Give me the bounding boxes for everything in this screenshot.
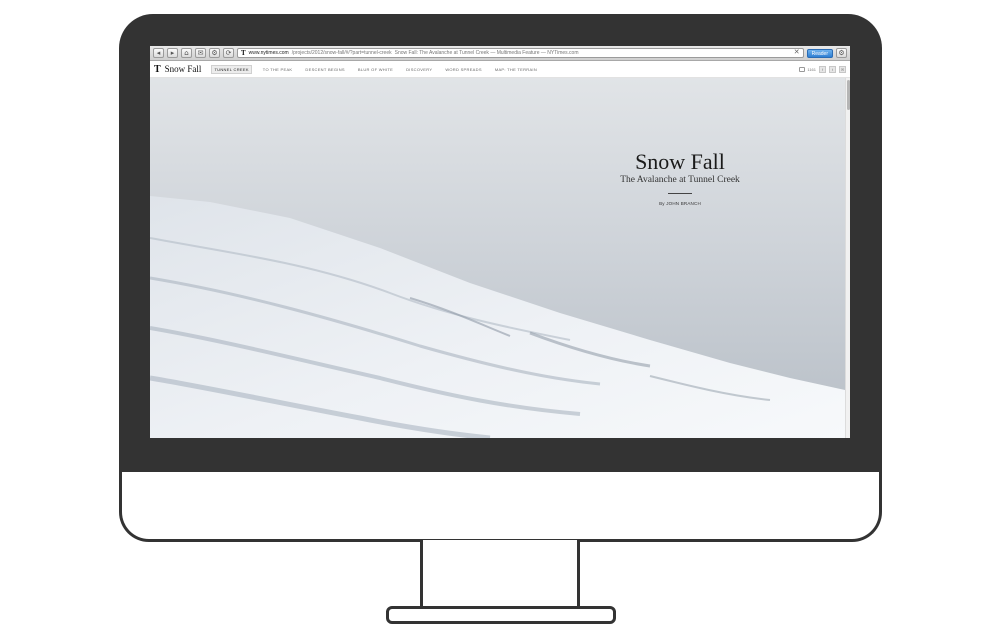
nav-actions: 1161 f t ✉ — [799, 65, 846, 73]
gear-icon[interactable]: ⚙ — [836, 48, 847, 58]
site-navigation: T Snow Fall Tunnel Creek To the Peak Desce… — [150, 61, 850, 78]
chapter-link[interactable]: Blur of White — [356, 66, 395, 73]
screen: ◂ ▸ ⌂ ✉ ⚙ ⟳ T www.nytimes.com /projects/… — [150, 46, 850, 438]
byline: By JOHN BRANCH — [659, 201, 701, 206]
chapter-link[interactable]: Tunnel Creek — [211, 64, 252, 74]
forward-icon[interactable]: ▸ — [167, 48, 178, 58]
vertical-scrollbar[interactable] — [845, 78, 850, 438]
chapter-link[interactable]: To the Peak — [261, 66, 295, 73]
address-bar[interactable]: T www.nytimes.com /projects/2012/snow-fa… — [237, 48, 804, 58]
url-domain: www.nytimes.com — [248, 50, 289, 56]
chapter-link[interactable]: Word Spreads — [443, 66, 484, 73]
back-icon[interactable]: ◂ — [153, 48, 164, 58]
headline: Snow Fall — [635, 149, 725, 174]
comment-count: 1161 — [807, 66, 816, 72]
close-icon[interactable]: ✕ — [794, 49, 800, 57]
monitor-stand-base — [386, 606, 616, 624]
chapter-list: Tunnel Creek To the Peak Descent Begins Blu… — [211, 64, 548, 74]
headline-block: Snow Fall The Avalanche at Tunnel Creek … — [620, 149, 740, 207]
email-icon[interactable]: ✉ — [839, 65, 846, 73]
monitor-stand-neck — [420, 540, 580, 610]
page-title: Snow Fall: The Avalanche at Tunnel Creek… — [394, 50, 579, 56]
monitor-chin — [119, 472, 882, 542]
comment-icon — [799, 66, 806, 72]
subheadline: The Avalanche at Tunnel Creek — [620, 175, 740, 185]
chapter-link[interactable]: Discovery — [404, 66, 434, 73]
home-icon[interactable]: ⌂ — [181, 48, 192, 58]
reader-button[interactable]: Reader — [806, 48, 833, 58]
browser-toolbar: ◂ ▸ ⌂ ✉ ⚙ ⟳ T www.nytimes.com /projects/… — [150, 46, 850, 61]
site-title[interactable]: Snow Fall — [165, 64, 202, 74]
nyt-logo[interactable]: T — [154, 64, 161, 75]
reload-icon[interactable]: ⟳ — [223, 48, 234, 58]
facebook-icon[interactable]: f — [819, 65, 826, 73]
settings-icon[interactable]: ⚙ — [209, 48, 220, 58]
twitter-icon[interactable]: t — [829, 65, 836, 73]
scrollbar-thumb[interactable] — [847, 80, 850, 110]
hero-image: Snow Fall The Avalanche at Tunnel Creek … — [150, 78, 845, 438]
chapter-link[interactable]: Map: The Terrain — [493, 66, 539, 73]
divider — [668, 193, 692, 194]
snow-slope-image — [150, 78, 845, 438]
comments-link[interactable]: 1161 — [799, 66, 816, 72]
url-path: /projects/2012/snow-fall/#/?part=tunnel-… — [291, 50, 392, 56]
share-icon[interactable]: ✉ — [195, 48, 206, 58]
favicon-icon: T — [241, 49, 246, 57]
chapter-link[interactable]: Descent Begins — [303, 66, 346, 73]
